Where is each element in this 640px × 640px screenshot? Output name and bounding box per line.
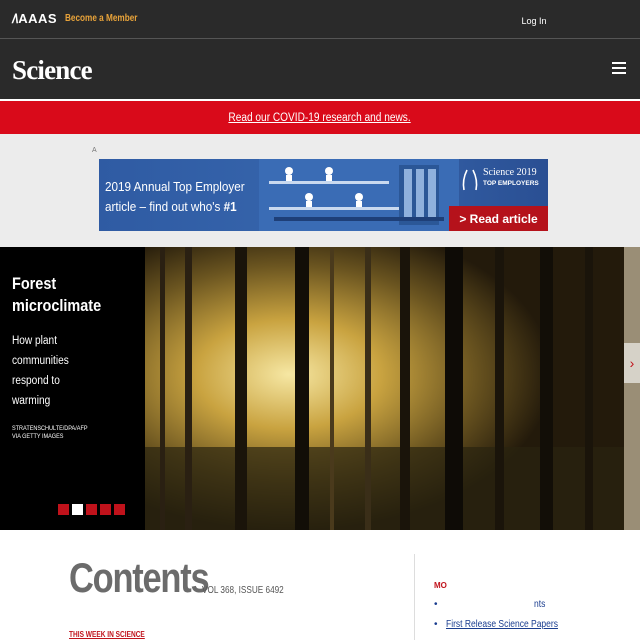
carousel-next-icon[interactable]: › bbox=[624, 343, 640, 383]
login-button[interactable]: Log In bbox=[517, 4, 551, 38]
contents-link[interactable]: nts bbox=[534, 599, 545, 610]
issue-label: VOL 368, ISSUE 6492 bbox=[202, 585, 284, 596]
hero-carousel: Forest microclimate How plant communities… bbox=[0, 247, 640, 530]
carousel-dot-active[interactable] bbox=[72, 504, 83, 515]
nav-bar: Science bbox=[0, 39, 640, 99]
sidebar-heading-link[interactable]: MO bbox=[434, 581, 447, 590]
hero-photo-credit: STRATENSCHULTE/DPA/AFP VIA GETTY IMAGES bbox=[12, 425, 88, 440]
hero-title[interactable]: Forest microclimate bbox=[12, 273, 101, 317]
carousel-dot[interactable] bbox=[86, 504, 97, 515]
bullet-icon: • bbox=[434, 599, 438, 610]
ad-headline: 2019 Annual Top Employer article – find … bbox=[105, 179, 245, 214]
science-logo[interactable]: Science bbox=[12, 55, 93, 86]
hero-next-slide-peek bbox=[624, 247, 640, 530]
forest-image[interactable] bbox=[145, 247, 624, 530]
this-week-in-science-link[interactable]: THIS WEEK IN SCIENCE bbox=[69, 630, 145, 639]
carousel-dots bbox=[58, 504, 125, 515]
lab-illustration bbox=[259, 159, 459, 231]
bullet-icon: • bbox=[434, 619, 438, 630]
hero-description: How plant communities respond to warming bbox=[12, 335, 69, 407]
contents-heading: Contents bbox=[69, 554, 210, 601]
covid-banner: Read our COVID-19 research and news. bbox=[0, 101, 640, 134]
carousel-dot[interactable] bbox=[100, 504, 111, 515]
ad-label: A bbox=[92, 147, 97, 154]
laurel-icon bbox=[462, 169, 478, 191]
read-article-button[interactable]: > Read article bbox=[449, 206, 548, 231]
carousel-dot[interactable] bbox=[58, 504, 69, 515]
top-bar: /\AAAS Become a Member Log In bbox=[0, 0, 640, 39]
ad-iframe[interactable]: 2019 Annual Top Employer article – find … bbox=[99, 159, 548, 231]
science-top-employers-badge: Science 2019 TOP EMPLOYERS bbox=[461, 165, 543, 195]
first-release-papers-link[interactable]: First Release Science Papers bbox=[446, 619, 558, 630]
become-member-link[interactable]: Become a Member bbox=[65, 13, 137, 24]
hamburger-menu-icon[interactable] bbox=[612, 62, 626, 76]
column-divider bbox=[414, 554, 415, 640]
aaas-logo[interactable]: /\AAAS bbox=[12, 11, 57, 26]
covid-research-link[interactable]: Read our COVID-19 research and news. bbox=[229, 112, 411, 124]
carousel-dot[interactable] bbox=[114, 504, 125, 515]
